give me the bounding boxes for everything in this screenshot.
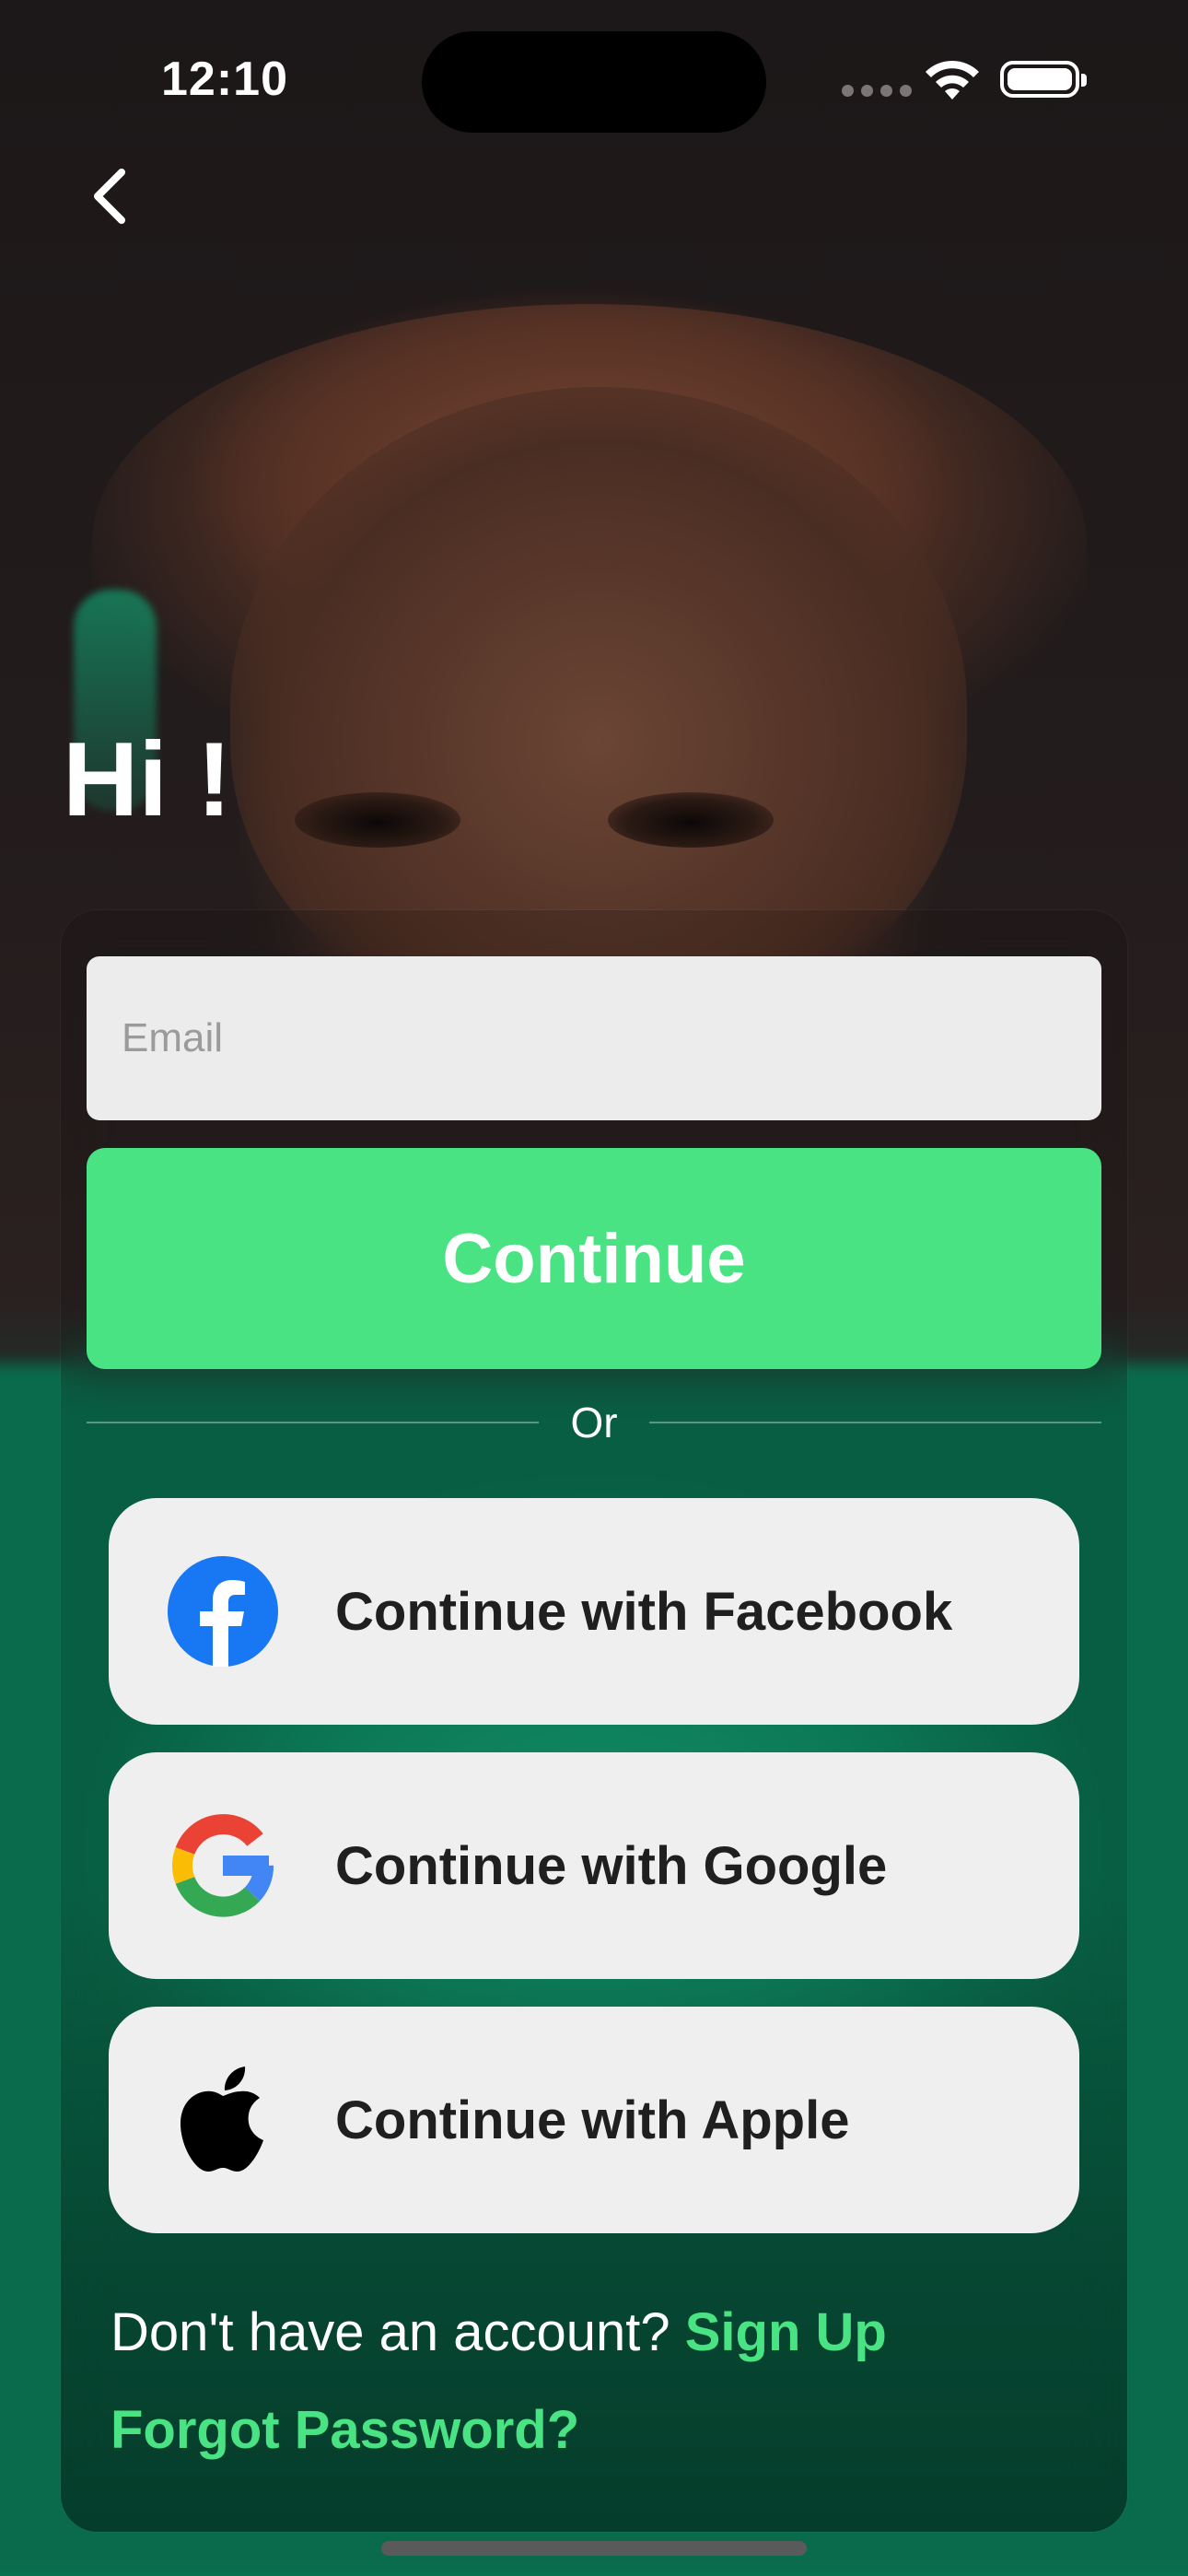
sign-up-link[interactable]: Sign Up xyxy=(685,2302,887,2362)
signup-prompt-row: Don't have an account? Sign Up xyxy=(111,2301,887,2363)
google-icon xyxy=(166,1809,280,1923)
background-eye-left xyxy=(295,792,460,848)
facebook-button-label: Continue with Facebook xyxy=(335,1581,953,1642)
continue-with-apple-button[interactable]: Continue with Apple xyxy=(109,2007,1079,2233)
divider-text: Or xyxy=(570,1399,618,1446)
chevron-left-icon xyxy=(94,169,125,224)
continue-with-google-button[interactable]: Continue with Google xyxy=(109,1752,1079,1979)
continue-button[interactable]: Continue xyxy=(87,1148,1101,1369)
email-input[interactable] xyxy=(87,956,1101,1120)
back-button[interactable] xyxy=(72,155,146,238)
signup-prompt-text: Don't have an account? xyxy=(111,2302,685,2362)
greeting-title: Hi ! xyxy=(63,721,232,838)
divider-line-left xyxy=(87,1422,540,1423)
apple-icon xyxy=(166,2063,280,2177)
home-indicator xyxy=(381,2541,807,2556)
background-eye-right xyxy=(608,792,774,848)
dynamic-island xyxy=(422,31,766,133)
wifi-icon xyxy=(926,60,979,100)
status-bar: 12:10 xyxy=(0,0,1188,157)
apple-button-label: Continue with Apple xyxy=(335,2090,850,2150)
google-button-label: Continue with Google xyxy=(335,1835,888,1896)
divider-line-right xyxy=(648,1422,1102,1423)
or-divider: Or xyxy=(87,1397,1102,1448)
forgot-password-link[interactable]: Forgot Password? xyxy=(111,2399,579,2461)
continue-with-facebook-button[interactable]: Continue with Facebook xyxy=(109,1498,1079,1725)
battery-icon xyxy=(1000,61,1087,98)
facebook-icon xyxy=(166,1554,280,1669)
status-time: 12:10 xyxy=(161,53,288,106)
cellular-signal-icon xyxy=(842,85,912,97)
